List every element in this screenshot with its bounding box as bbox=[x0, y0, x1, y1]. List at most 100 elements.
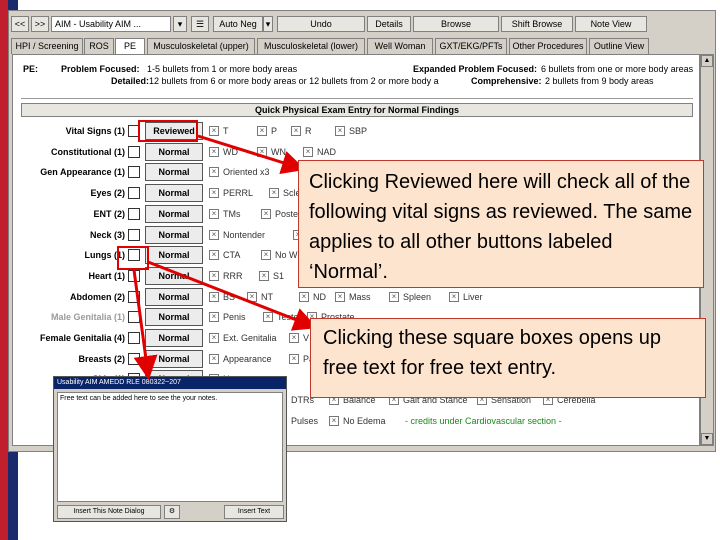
popup-insert-text-button[interactable]: Insert Text bbox=[224, 505, 284, 519]
normal-button[interactable]: Normal bbox=[145, 225, 203, 244]
free-text-square-button[interactable] bbox=[128, 166, 140, 179]
finding-checkbox[interactable]: × bbox=[209, 270, 219, 281]
free-text-popup: Usability AIM AMEDD RLE 080322~207 Free … bbox=[53, 376, 287, 522]
forward-button[interactable]: >> bbox=[31, 16, 49, 32]
free-text-square-button[interactable] bbox=[128, 290, 140, 303]
exam-row-label: Neck (3) bbox=[89, 229, 125, 240]
finding-checkbox[interactable]: × bbox=[261, 250, 271, 261]
finding-checkbox[interactable]: × bbox=[209, 312, 219, 323]
exam-row-label: Heart (1) bbox=[88, 270, 125, 281]
normal-button[interactable]: Normal bbox=[145, 266, 203, 285]
finding-checkbox[interactable]: × bbox=[209, 167, 219, 178]
finding-label: Ext. Genitalia bbox=[223, 333, 277, 343]
chevron-down-icon[interactable]: ▾ bbox=[173, 16, 187, 32]
tab-musculoskeletal-lower[interactable]: Musculoskeletal (lower) bbox=[257, 38, 365, 54]
free-text-square-button[interactable] bbox=[128, 311, 140, 324]
normal-button[interactable]: Normal bbox=[145, 163, 203, 182]
tab-pe[interactable]: PE bbox=[115, 38, 145, 54]
finding-label: SBP bbox=[349, 126, 368, 136]
finding-checkbox[interactable]: × bbox=[303, 146, 313, 157]
shift-browse-button[interactable]: Shift Browse bbox=[501, 16, 573, 32]
list-icon[interactable]: ☰ bbox=[191, 16, 209, 32]
slide-left-bar-red bbox=[0, 0, 8, 540]
finding-checkbox[interactable]: × bbox=[259, 270, 269, 281]
exam-row: Vital Signs (1) Reviewed × T × P × R × SBP bbox=[13, 121, 699, 141]
finding-label: BS bbox=[223, 291, 236, 302]
back-button[interactable]: << bbox=[11, 16, 29, 32]
finding-checkbox[interactable]: × bbox=[209, 333, 219, 343]
free-text-square-button[interactable] bbox=[128, 228, 140, 241]
note-view-button[interactable]: Note View bbox=[575, 16, 647, 32]
finding-checkbox[interactable]: × bbox=[335, 126, 345, 136]
finding-checkbox[interactable]: × bbox=[209, 208, 219, 219]
undo-button[interactable]: Undo bbox=[277, 16, 365, 32]
finding-checkbox[interactable]: × bbox=[389, 291, 399, 302]
tab-bar: HPI / Screening ROS PE Musculoskeletal (… bbox=[9, 38, 715, 54]
finding-checkbox[interactable]: × bbox=[289, 353, 299, 364]
quick-exam-title: Quick Physical Exam Entry for Normal Fin… bbox=[21, 103, 693, 117]
problem-focused-label: Problem Focused: bbox=[61, 64, 140, 74]
finding-checkbox[interactable]: × bbox=[289, 333, 299, 343]
free-text-square-button[interactable] bbox=[128, 332, 140, 344]
tab-outline-view[interactable]: Outline View bbox=[589, 38, 649, 54]
tab-musculoskeletal-upper[interactable]: Musculoskeletal (upper) bbox=[147, 38, 255, 54]
tab-other-procedures[interactable]: Other Procedures bbox=[509, 38, 587, 54]
finding-checkbox[interactable]: × bbox=[299, 291, 309, 302]
tab-well-woman[interactable]: Well Woman bbox=[367, 38, 433, 54]
comprehensive-text: 2 bullets from 9 body areas bbox=[545, 76, 654, 86]
finding-label: RRR bbox=[223, 270, 243, 281]
popup-settings-icon[interactable]: ⚙ bbox=[164, 505, 180, 519]
free-text-square-button[interactable] bbox=[128, 187, 140, 200]
details-button[interactable]: Details bbox=[367, 16, 411, 32]
scroll-up-icon[interactable]: ▲ bbox=[701, 55, 713, 67]
finding-checkbox[interactable]: × bbox=[263, 312, 273, 323]
finding-label: PERRL bbox=[223, 188, 254, 199]
finding-checkbox[interactable]: × bbox=[257, 146, 267, 157]
popup-insert-dialog-button[interactable]: Insert This Note Dialog bbox=[57, 505, 161, 519]
free-text-square-button[interactable] bbox=[128, 352, 140, 365]
free-text-square-button[interactable] bbox=[128, 269, 140, 282]
finding-checkbox[interactable]: × bbox=[269, 188, 279, 199]
normal-button[interactable]: Normal bbox=[145, 329, 203, 347]
finding-checkbox[interactable]: × bbox=[335, 291, 345, 302]
finding-checkbox[interactable]: × bbox=[209, 146, 219, 157]
highlight-reviewed-button bbox=[138, 120, 198, 142]
finding-label: R bbox=[305, 126, 312, 136]
normal-button[interactable]: Normal bbox=[145, 287, 203, 306]
finding-checkbox[interactable]: × bbox=[209, 353, 219, 364]
finding-label: ND bbox=[313, 291, 326, 302]
exam-row: Constitutional (1) Normal × WD × WN × NAD bbox=[13, 142, 699, 162]
finding-checkbox[interactable]: × bbox=[449, 291, 459, 302]
tab-hpi-screening[interactable]: HPI / Screening bbox=[11, 38, 83, 54]
patient-select[interactable]: AIM - Usability AIM ... bbox=[51, 16, 171, 32]
finding-checkbox[interactable]: × bbox=[247, 291, 257, 302]
finding-checkbox[interactable]: × bbox=[209, 250, 219, 261]
tab-gxt-ekg-pfts[interactable]: GXT/EKG/PFTs bbox=[435, 38, 507, 54]
tab-ros[interactable]: ROS bbox=[84, 38, 114, 54]
exam-row-label: Breasts (2) bbox=[78, 353, 125, 364]
callout-square-box-note: Clicking these square boxes opens up fre… bbox=[310, 318, 706, 398]
finding-checkbox[interactable]: × bbox=[209, 229, 219, 240]
exam-row-label: ENT (2) bbox=[93, 208, 126, 219]
finding-checkbox[interactable]: × bbox=[291, 126, 301, 136]
auto-neg-chevron-icon[interactable]: ▾ bbox=[263, 16, 273, 32]
normal-button[interactable]: Normal bbox=[145, 246, 203, 265]
normal-button[interactable]: Normal bbox=[145, 142, 203, 161]
finding-checkbox[interactable]: × bbox=[257, 126, 267, 136]
scroll-down-icon[interactable]: ▼ bbox=[701, 433, 713, 445]
free-text-square-button[interactable] bbox=[128, 207, 140, 220]
free-text-square-button[interactable] bbox=[128, 145, 140, 158]
finding-checkbox[interactable]: × bbox=[329, 415, 339, 426]
popup-free-text-area[interactable]: Free text can be added here to see the y… bbox=[57, 392, 283, 502]
normal-button[interactable]: Normal bbox=[145, 184, 203, 203]
normal-button[interactable]: Normal bbox=[145, 308, 203, 327]
finding-checkbox[interactable]: × bbox=[209, 126, 219, 136]
finding-checkbox[interactable]: × bbox=[209, 291, 219, 302]
finding-checkbox[interactable]: × bbox=[261, 208, 271, 219]
normal-button[interactable]: Normal bbox=[145, 349, 203, 368]
finding-label: Pulses bbox=[291, 415, 319, 426]
browse-button[interactable]: Browse bbox=[413, 16, 499, 32]
normal-button[interactable]: Normal bbox=[145, 204, 203, 223]
finding-checkbox[interactable]: × bbox=[209, 188, 219, 199]
auto-neg-button[interactable]: Auto Neg bbox=[213, 16, 263, 32]
